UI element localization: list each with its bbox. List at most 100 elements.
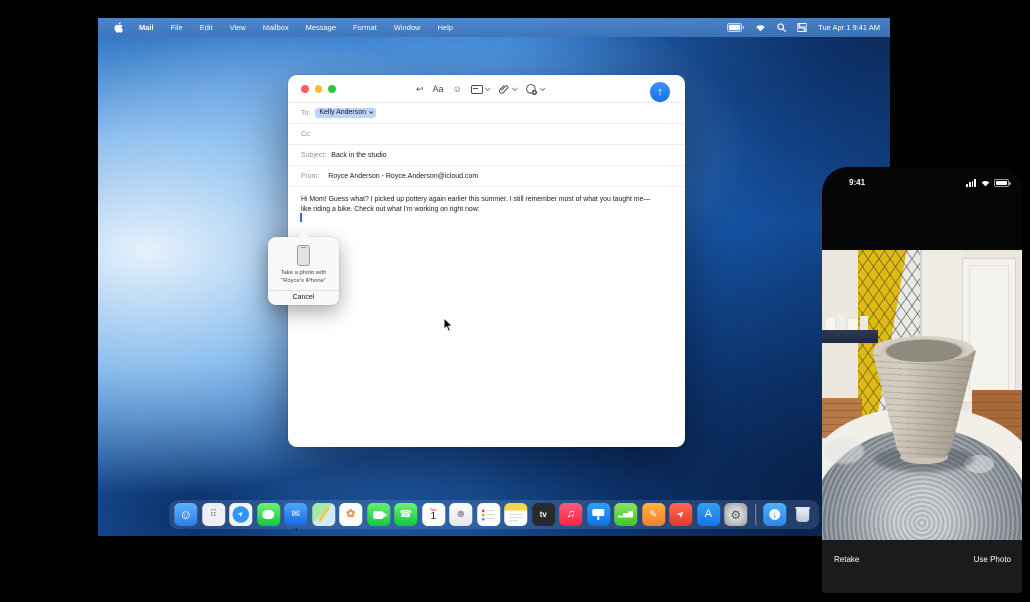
menu-item-edit[interactable]: Edit	[200, 23, 213, 32]
dock-divider	[755, 504, 756, 525]
menu-item-view[interactable]: View	[230, 23, 246, 32]
cc-label: Cc:	[301, 131, 312, 138]
mail-compose-window: ↩ Aa ☺ ↑ To: K	[288, 75, 685, 447]
from-label: From:	[301, 173, 319, 180]
popover-message-line2: “Royce’s iPhone”	[268, 278, 339, 286]
close-button[interactable]	[301, 85, 309, 93]
recipient-name: Kelly Anderson	[319, 109, 366, 116]
dock-icon-numbers[interactable]: ▂▅▇	[614, 503, 637, 526]
safari-icon: ➤	[236, 510, 245, 519]
battery-icon	[994, 179, 1009, 187]
dock-icon-rocket[interactable]: ➤	[669, 503, 692, 526]
iphone-status-bar: 9:41	[822, 167, 1022, 197]
continuity-camera-popover: Take a photo with “Royce’s iPhone” Cance…	[268, 237, 339, 305]
dock-icon-launchpad[interactable]: ⠿	[202, 503, 225, 526]
screenshot-root: Mail File Edit View Mailbox Message Format Wind…	[0, 0, 1030, 602]
cc-field-row[interactable]: Cc:	[288, 124, 685, 145]
dock-icon-settings[interactable]: ⚙	[724, 503, 747, 526]
minimize-button[interactable]	[315, 85, 323, 93]
wifi-icon[interactable]	[755, 23, 766, 32]
text-cursor	[300, 213, 302, 222]
trash-icon	[796, 507, 809, 522]
from-value: Royce Anderson - Royce.Anderson@icloud.c…	[328, 173, 478, 180]
menu-items: Mail File Edit View Mailbox Message Format Wind…	[139, 23, 453, 32]
pottery-pieces	[824, 312, 874, 330]
header-fields-button[interactable]	[471, 85, 489, 94]
dock-icon-phone[interactable]: ☎	[394, 503, 417, 526]
dock-icon-music[interactable]: ♫	[559, 503, 582, 526]
menu-item-help[interactable]: Help	[437, 23, 452, 32]
use-photo-button[interactable]: Use Photo	[974, 555, 1011, 564]
mouse-pointer	[443, 317, 454, 333]
settings-icon: ⚙	[730, 509, 741, 521]
numbers-icon: ▂▅▇	[618, 512, 633, 518]
dock-icon-mail[interactable]: ✉	[284, 503, 307, 526]
dock-icon-appstore[interactable]: A	[697, 503, 720, 526]
attach-button[interactable]	[498, 83, 516, 95]
chevron-down-icon	[512, 85, 518, 91]
dock-icon-keynote[interactable]	[587, 503, 610, 526]
menu-item-message[interactable]: Message	[306, 23, 336, 32]
retake-button[interactable]: Retake	[834, 555, 859, 564]
dock-icon-calendar[interactable]: Tue1	[422, 503, 445, 526]
mac-desktop-wallpaper: Mail File Edit View Mailbox Message Format Wind…	[98, 18, 890, 536]
chevron-down-icon	[540, 85, 546, 91]
from-field-row[interactable]: From: Royce Anderson - Royce.Anderson@ic…	[288, 166, 685, 187]
zoom-button[interactable]	[328, 85, 336, 93]
apple-menu-icon[interactable]	[114, 22, 123, 33]
paperclip-icon	[498, 83, 510, 95]
dock-icon-messages[interactable]	[257, 503, 280, 526]
recipient-token[interactable]: Kelly Anderson	[315, 108, 376, 119]
dock-icon-notes[interactable]	[504, 503, 527, 526]
iphone-clock: 9:41	[849, 178, 865, 187]
battery-icon[interactable]	[727, 23, 744, 32]
menu-item-mail[interactable]: Mail	[139, 23, 154, 32]
dock-icon-trash[interactable]	[791, 503, 814, 526]
dock: ☺⠿➤✉✿☎Tue1☻tv♫▂▅▇✎➤A⚙↓	[169, 500, 819, 529]
to-label: To:	[301, 110, 310, 117]
iphone-outline-icon	[297, 245, 310, 266]
undo-button[interactable]: ↩	[416, 85, 424, 94]
subject-value: Back in the studio	[331, 152, 386, 159]
to-field-row[interactable]: To: Kelly Anderson	[288, 103, 685, 124]
menu-bar: Mail File Edit View Mailbox Message Format Wind…	[98, 18, 890, 37]
photos-icon: ✿	[346, 509, 355, 520]
message-body[interactable]: Hi Mom! Guess what? I picked up pottery …	[288, 187, 685, 215]
pottery-photo	[822, 250, 1022, 540]
send-button[interactable]: ↑	[650, 82, 670, 102]
subject-field-row[interactable]: Subject: Back in the studio	[288, 145, 685, 166]
pot-rim	[874, 336, 974, 362]
dock-icon-maps[interactable]	[312, 503, 335, 526]
dock-icon-downloads[interactable]: ↓	[763, 503, 786, 526]
emoji-button[interactable]: ☺	[453, 85, 462, 94]
menu-item-window[interactable]: Window	[394, 23, 421, 32]
dock-icon-photos[interactable]: ✿	[339, 503, 362, 526]
format-button[interactable]: Aa	[433, 85, 444, 94]
control-center-icon[interactable]	[797, 23, 807, 32]
search-icon[interactable]	[777, 23, 786, 32]
dock-icon-finder[interactable]: ☺	[174, 503, 197, 526]
menu-item-file[interactable]: File	[171, 23, 183, 32]
send-up-arrow-icon: ↑	[657, 87, 663, 98]
dock-icon-safari[interactable]: ➤	[229, 503, 252, 526]
dock-icon-contacts[interactable]: ☻	[449, 503, 472, 526]
compose-toolbar: ↩ Aa ☺ ↑	[288, 75, 685, 103]
menu-item-format[interactable]: Format	[353, 23, 377, 32]
chevron-down-icon	[369, 110, 373, 114]
menu-bar-clock[interactable]: Tue Apr 1 9:41 AM	[818, 23, 880, 32]
door	[962, 258, 1016, 403]
keynote-icon	[592, 509, 604, 516]
reminders-icon	[481, 508, 495, 522]
cancel-button[interactable]: Cancel	[268, 290, 339, 302]
menu-item-mailbox[interactable]: Mailbox	[263, 23, 289, 32]
camera-action-bar: Retake Use Photo	[822, 540, 1022, 593]
iphone-camera-screen: 9:41	[822, 167, 1022, 593]
mail-icon: ✉	[292, 510, 300, 520]
dock-icon-reminders[interactable]	[477, 503, 500, 526]
dock-icon-appletv[interactable]: tv	[532, 503, 555, 526]
insert-from-iphone-button[interactable]	[525, 83, 544, 96]
dock-icon-pages[interactable]: ✎	[642, 503, 665, 526]
dock-icon-facetime[interactable]	[367, 503, 390, 526]
downloads-icon: ↓	[769, 509, 780, 520]
shelf	[822, 330, 878, 343]
